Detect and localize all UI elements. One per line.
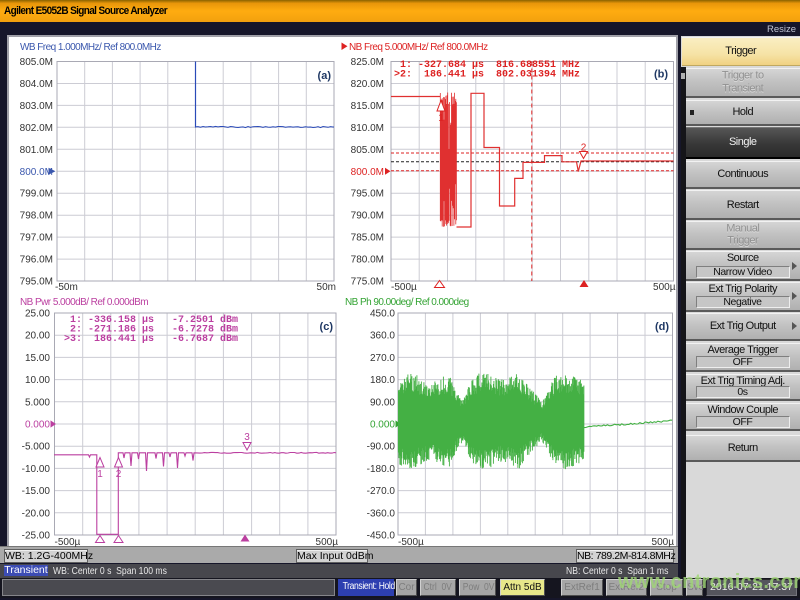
svg-text:2: 2 bbox=[116, 469, 122, 480]
svg-text:805.0M: 805.0M bbox=[351, 145, 384, 156]
svg-text:500µ: 500µ bbox=[653, 282, 676, 293]
svg-text:25.00: 25.00 bbox=[25, 309, 50, 320]
svg-text:798.0M: 798.0M bbox=[20, 211, 53, 222]
svg-text:-10.00: -10.00 bbox=[22, 464, 51, 475]
svg-text:>3: 186.441 µs -6.7687 dBm: >3: 186.441 µs -6.7687 dBm bbox=[64, 333, 238, 345]
svg-text:797.0M: 797.0M bbox=[20, 233, 53, 244]
svg-text:-500µ: -500µ bbox=[391, 282, 417, 293]
svg-text:800.0M: 800.0M bbox=[20, 167, 53, 178]
svg-text:-50m: -50m bbox=[55, 282, 78, 293]
svg-text:775.0M: 775.0M bbox=[351, 277, 384, 288]
svg-text:450.0: 450.0 bbox=[370, 309, 395, 320]
svg-text:-270.0: -270.0 bbox=[367, 486, 396, 497]
svg-text:15.00: 15.00 bbox=[25, 353, 50, 364]
svg-text:90.00: 90.00 bbox=[370, 397, 395, 408]
svg-text:360.0: 360.0 bbox=[370, 331, 395, 342]
svg-text:815.0M: 815.0M bbox=[351, 101, 384, 112]
svg-text:270.0: 270.0 bbox=[370, 353, 395, 364]
svg-text:(a): (a) bbox=[318, 70, 332, 82]
svg-text:0.000: 0.000 bbox=[25, 420, 50, 431]
svg-text:WB Freq 1.000MHz/ Ref 800.0MHz: WB Freq 1.000MHz/ Ref 800.0MHz bbox=[20, 42, 161, 53]
svg-text:-180.0: -180.0 bbox=[367, 464, 396, 475]
svg-text:-20.00: -20.00 bbox=[22, 508, 51, 519]
svg-text:-5.000: -5.000 bbox=[22, 442, 51, 453]
svg-text:1: 1 bbox=[97, 469, 103, 480]
svg-text:801.0M: 801.0M bbox=[20, 145, 53, 156]
svg-text:NB Freq 5.000MHz/ Ref 800.0MHz: NB Freq 5.000MHz/ Ref 800.0MHz bbox=[349, 42, 488, 53]
svg-text:NB Ph 90.00deg/ Ref 0.000deg: NB Ph 90.00deg/ Ref 0.000deg bbox=[345, 297, 469, 308]
svg-text:-15.00: -15.00 bbox=[22, 486, 51, 497]
svg-text:795.0M: 795.0M bbox=[20, 277, 53, 288]
svg-text:780.0M: 780.0M bbox=[351, 255, 384, 266]
svg-text:803.0M: 803.0M bbox=[20, 101, 53, 112]
svg-text:805.0M: 805.0M bbox=[20, 57, 53, 68]
svg-text:-360.0: -360.0 bbox=[367, 508, 396, 519]
svg-text:-450.0: -450.0 bbox=[367, 531, 396, 542]
svg-text:-500µ: -500µ bbox=[398, 537, 424, 548]
svg-text:825.0M: 825.0M bbox=[351, 57, 384, 68]
svg-text:-500µ: -500µ bbox=[55, 537, 81, 548]
svg-text:802.0M: 802.0M bbox=[20, 123, 53, 134]
svg-text:785.0M: 785.0M bbox=[351, 233, 384, 244]
svg-text:>2: 186.441 µs 802.031394 MH: >2: 186.441 µs 802.031394 MHz bbox=[394, 70, 580, 81]
svg-text:500µ: 500µ bbox=[652, 537, 675, 548]
svg-text:-25.00: -25.00 bbox=[22, 531, 51, 542]
svg-text:1: 1 bbox=[438, 113, 444, 124]
svg-text:180.0: 180.0 bbox=[370, 375, 395, 386]
svg-text:(c): (c) bbox=[320, 321, 334, 333]
svg-text:NB Pwr 5.000dB/ Ref 0.000dBm: NB Pwr 5.000dB/ Ref 0.000dBm bbox=[20, 297, 148, 308]
svg-text:800.0M: 800.0M bbox=[351, 167, 384, 178]
svg-text:795.0M: 795.0M bbox=[351, 189, 384, 200]
svg-text:810.0M: 810.0M bbox=[351, 123, 384, 134]
svg-text:3: 3 bbox=[244, 432, 250, 443]
svg-text:(d): (d) bbox=[655, 321, 669, 333]
svg-text:20.00: 20.00 bbox=[25, 331, 50, 342]
svg-text:500µ: 500µ bbox=[316, 537, 339, 548]
svg-text:820.0M: 820.0M bbox=[351, 79, 384, 90]
svg-text:50m: 50m bbox=[317, 282, 336, 293]
svg-text:804.0M: 804.0M bbox=[20, 79, 53, 90]
svg-text:-90.00: -90.00 bbox=[367, 442, 396, 453]
svg-text:(b): (b) bbox=[654, 69, 668, 81]
svg-text:5.000: 5.000 bbox=[25, 397, 50, 408]
svg-text:0.000: 0.000 bbox=[370, 420, 395, 431]
svg-text:10.00: 10.00 bbox=[25, 375, 50, 386]
svg-text:796.0M: 796.0M bbox=[20, 255, 53, 266]
svg-text:790.0M: 790.0M bbox=[351, 211, 384, 222]
svg-text:799.0M: 799.0M bbox=[20, 189, 53, 200]
